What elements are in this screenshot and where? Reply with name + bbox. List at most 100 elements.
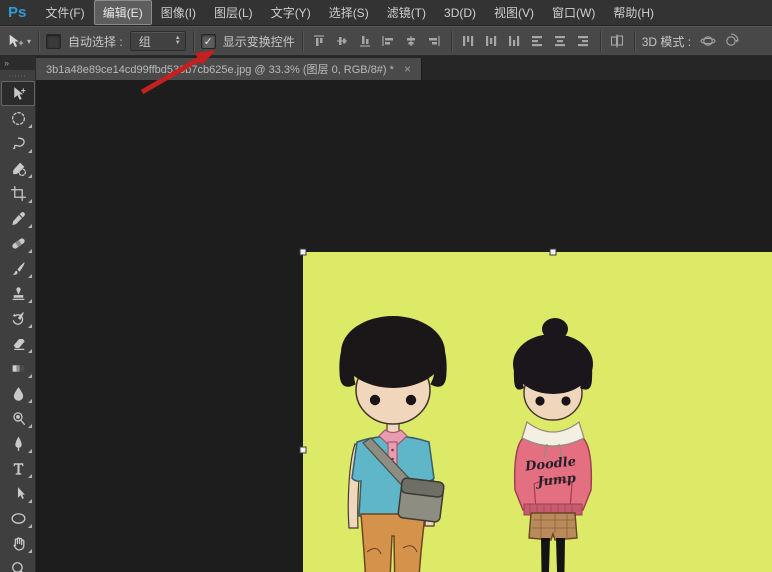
blur-tool[interactable] bbox=[1, 381, 35, 406]
separator bbox=[600, 31, 601, 51]
crop-tool-icon bbox=[10, 185, 27, 202]
eyedropper-tool-icon bbox=[10, 210, 27, 227]
eraser-tool-icon bbox=[10, 335, 27, 352]
align-right-edges-icon[interactable] bbox=[425, 32, 444, 51]
brush-tool[interactable] bbox=[1, 256, 35, 281]
quick-selection-tool-icon bbox=[10, 160, 27, 177]
shape-tool-icon bbox=[10, 510, 27, 527]
quick-selection-tool[interactable] bbox=[1, 156, 35, 181]
flyout-triangle-icon bbox=[28, 274, 32, 278]
eraser-tool[interactable] bbox=[1, 331, 35, 356]
align-vertical-centers-icon[interactable] bbox=[333, 32, 352, 51]
distribute-bottom-edges-icon[interactable] bbox=[505, 32, 524, 51]
tool-list bbox=[0, 81, 35, 572]
marquee-tool-icon bbox=[10, 110, 27, 127]
marquee-tool[interactable] bbox=[1, 106, 35, 131]
dodge-tool-icon bbox=[10, 410, 27, 427]
document-tab-title: 3b1a48e89ce14cd99ffbd536b7cb625e.jpg @ 3… bbox=[46, 61, 394, 77]
pen-tool[interactable] bbox=[1, 431, 35, 456]
align-horizontal-centers-icon[interactable] bbox=[402, 32, 421, 51]
menu-item-7[interactable]: 3D(D) bbox=[435, 2, 485, 24]
type-tool[interactable] bbox=[1, 456, 35, 481]
close-icon[interactable]: × bbox=[402, 62, 413, 76]
crop-tool[interactable] bbox=[1, 181, 35, 206]
history-brush-tool[interactable] bbox=[1, 306, 35, 331]
clone-stamp-tool[interactable] bbox=[1, 281, 35, 306]
panel-grip[interactable] bbox=[9, 72, 26, 79]
canvas-image[interactable]: Doodle Jump bbox=[303, 252, 772, 572]
healing-brush-tool[interactable] bbox=[1, 231, 35, 256]
show-transform-label: 显示变换控件 bbox=[223, 33, 295, 50]
lasso-tool[interactable] bbox=[1, 131, 35, 156]
flyout-triangle-icon bbox=[28, 424, 32, 428]
history-brush-tool-icon bbox=[10, 310, 27, 327]
spinner-icon: ▲▼ bbox=[175, 36, 181, 46]
menu-item-8[interactable]: 视图(V) bbox=[485, 0, 543, 25]
menu-item-9[interactable]: 窗口(W) bbox=[543, 0, 604, 25]
pen-tool-icon bbox=[10, 435, 27, 452]
options-bar: ▾ 自动选择 : 组 ▲▼ ✓ 显示变换控件 3D 模式 : bbox=[0, 26, 772, 56]
separator bbox=[302, 31, 303, 51]
hand-tool[interactable] bbox=[1, 531, 35, 556]
active-tool-preview[interactable]: ▾ bbox=[7, 33, 31, 50]
path-selection-tool[interactable] bbox=[1, 481, 35, 506]
menu-item-5[interactable]: 选择(S) bbox=[320, 0, 378, 25]
photoshop-window: Ps 文件(F)编辑(E)图像(I)图层(L)文字(Y)选择(S)滤镜(T)3D… bbox=[0, 0, 772, 572]
flyout-triangle-icon bbox=[28, 249, 32, 253]
menu-item-3[interactable]: 图层(L) bbox=[205, 0, 262, 25]
auto-align-layers-icon[interactable] bbox=[608, 32, 627, 51]
distribute-horizontal-centers-icon[interactable] bbox=[551, 32, 570, 51]
transform-handle-middle-left[interactable] bbox=[300, 447, 307, 454]
move-tool-icon bbox=[10, 85, 27, 102]
gradient-tool[interactable] bbox=[1, 356, 35, 381]
flyout-triangle-icon bbox=[28, 499, 32, 503]
distribute-right-edges-icon[interactable] bbox=[574, 32, 593, 51]
flyout-triangle-icon bbox=[28, 349, 32, 353]
shape-tool[interactable] bbox=[1, 506, 35, 531]
align-bottom-edges-icon[interactable] bbox=[356, 32, 375, 51]
move-tool[interactable] bbox=[1, 81, 35, 106]
align-left-edges-icon[interactable] bbox=[379, 32, 398, 51]
flyout-triangle-icon bbox=[28, 174, 32, 178]
menu-bar: Ps 文件(F)编辑(E)图像(I)图层(L)文字(Y)选择(S)滤镜(T)3D… bbox=[0, 0, 772, 26]
lasso-tool-icon bbox=[10, 135, 27, 152]
dodge-tool[interactable] bbox=[1, 406, 35, 431]
3d-rotate-icon[interactable] bbox=[698, 32, 717, 51]
menu-item-4[interactable]: 文字(Y) bbox=[262, 0, 320, 25]
menu-items: 文件(F)编辑(E)图像(I)图层(L)文字(Y)选择(S)滤镜(T)3D(D)… bbox=[36, 0, 663, 25]
clone-stamp-tool-icon bbox=[10, 285, 27, 302]
flyout-triangle-icon bbox=[28, 124, 32, 128]
auto-select-label: 自动选择 : bbox=[68, 33, 123, 50]
group-dropdown[interactable]: 组 ▲▼ bbox=[130, 31, 186, 51]
flyout-triangle-icon bbox=[28, 399, 32, 403]
show-transform-checkbox[interactable]: ✓ bbox=[201, 34, 216, 49]
brush-tool-icon bbox=[10, 260, 27, 277]
menu-item-6[interactable]: 滤镜(T) bbox=[378, 0, 435, 25]
auto-select-checkbox[interactable] bbox=[46, 34, 61, 49]
distribute-top-edges-icon[interactable] bbox=[459, 32, 478, 51]
document-area: Doodle Jump bbox=[36, 80, 772, 572]
flyout-triangle-icon bbox=[28, 474, 32, 478]
menu-item-2[interactable]: 图像(I) bbox=[152, 0, 205, 25]
align-icon-group bbox=[310, 32, 444, 51]
menu-item-10[interactable]: 帮助(H) bbox=[604, 0, 663, 25]
healing-brush-tool-icon bbox=[10, 235, 27, 252]
tools-panel: » bbox=[0, 56, 36, 572]
menu-item-0[interactable]: 文件(F) bbox=[36, 0, 93, 25]
eyedropper-tool[interactable] bbox=[1, 206, 35, 231]
path-selection-tool-icon bbox=[10, 485, 27, 502]
flyout-triangle-icon bbox=[28, 299, 32, 303]
separator bbox=[38, 31, 39, 51]
transform-handle-top-center[interactable] bbox=[549, 249, 556, 256]
distribute-left-edges-icon[interactable] bbox=[528, 32, 547, 51]
distribute-vertical-centers-icon[interactable] bbox=[482, 32, 501, 51]
document-tab[interactable]: 3b1a48e89ce14cd99ffbd536b7cb625e.jpg @ 3… bbox=[36, 58, 422, 80]
3d-roll-icon[interactable] bbox=[721, 32, 740, 51]
menu-item-1[interactable]: 编辑(E) bbox=[94, 0, 152, 25]
collapse-panel-button[interactable]: » bbox=[0, 56, 35, 70]
zoom-tool[interactable] bbox=[1, 556, 35, 572]
flyout-triangle-icon bbox=[28, 524, 32, 528]
align-top-edges-icon[interactable] bbox=[310, 32, 329, 51]
separator bbox=[451, 31, 452, 51]
transform-handle-top-left[interactable] bbox=[300, 249, 307, 256]
